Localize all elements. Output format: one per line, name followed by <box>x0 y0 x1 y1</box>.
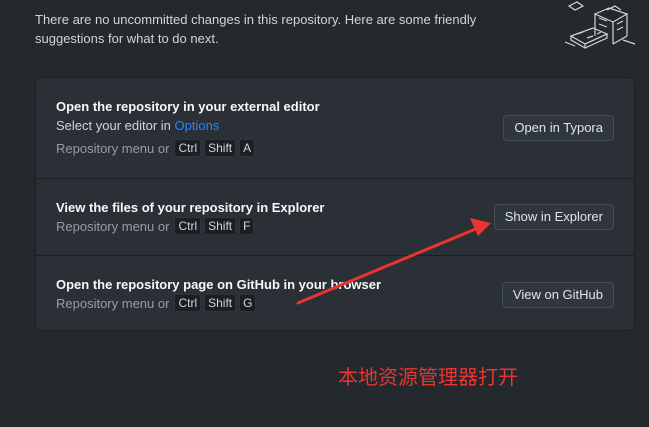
no-changes-view: There are no uncommitted changes in this… <box>0 0 649 427</box>
key-shift: Shift <box>204 294 237 312</box>
key-a: A <box>239 139 256 157</box>
options-link[interactable]: Options <box>175 118 220 133</box>
key-ctrl: Ctrl <box>174 294 202 312</box>
key-f: F <box>239 217 255 235</box>
key-ctrl: Ctrl <box>174 139 202 157</box>
key-g: G <box>239 294 257 312</box>
intro-text: There are no uncommitted changes in this… <box>35 12 477 46</box>
shortcut-prefix: Repository menu or <box>56 218 170 234</box>
show-in-explorer-button[interactable]: Show in Explorer <box>493 204 614 230</box>
open-in-editor-button[interactable]: Open in Typora <box>503 115 614 141</box>
suggestions-panel: Open the repository in your external edi… <box>35 77 635 331</box>
suggestion-description: Select your editor in Options <box>56 118 219 133</box>
shortcut-prefix: Repository menu or <box>56 295 170 311</box>
annotation-label: 本地资源管理器打开 <box>338 365 518 389</box>
shortcut-hint: Repository menu or Ctrl Shift G <box>56 294 257 312</box>
key-ctrl: Ctrl <box>174 217 202 235</box>
key-shift: Shift <box>204 139 237 157</box>
shortcut-hint: Repository menu or Ctrl Shift A <box>56 139 256 157</box>
description-text: Select your editor in <box>56 118 175 133</box>
suggestion-row-github: Open the repository page on GitHub in yo… <box>36 255 634 330</box>
shortcut-hint: Repository menu or Ctrl Shift F <box>56 217 255 235</box>
shortcut-prefix: Repository menu or <box>56 140 170 156</box>
suggestion-title: Open the repository in your external edi… <box>56 99 320 114</box>
suggestion-title: View the files of your repository in Exp… <box>56 200 325 215</box>
key-shift: Shift <box>204 217 237 235</box>
view-on-github-button[interactable]: View on GitHub <box>501 282 614 308</box>
repository-illustration <box>564 1 636 50</box>
suggestion-title: Open the repository page on GitHub in yo… <box>56 277 382 292</box>
suggestion-row-explorer: View the files of your repository in Exp… <box>36 178 634 255</box>
suggestion-row-editor: Open the repository in your external edi… <box>36 78 634 178</box>
